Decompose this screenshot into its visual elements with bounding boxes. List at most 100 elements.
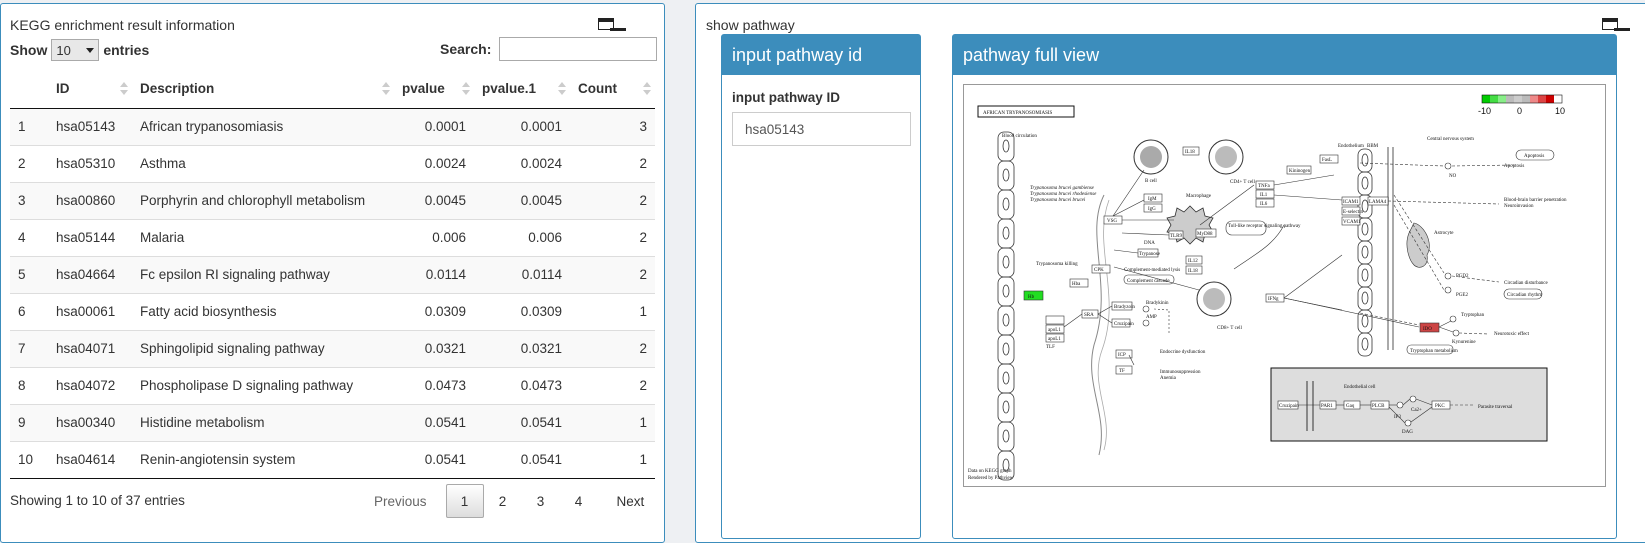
table-row[interactable]: 4 hsa05144 Malaria 0.006 0.006 2 (10, 218, 655, 256)
show-pathway-panel: show pathway input pathway id input path… (695, 3, 1645, 543)
row-description-cell: Fc epsilon RI signaling pathway (132, 255, 394, 293)
svg-text:Anemia: Anemia (1160, 376, 1177, 381)
minimize-icon[interactable] (598, 18, 626, 31)
column-header-count[interactable]: Count (570, 69, 655, 109)
svg-text:BBM: BBM (1367, 144, 1379, 149)
row-id-cell: hsa04072 (48, 366, 132, 404)
svg-text:Trypanosoma brucei rhodesiense: Trypanosoma brucei rhodesiense (1030, 192, 1097, 197)
endothelial-cell (1357, 263, 1373, 288)
page-button-3[interactable]: 3 (522, 484, 560, 518)
svg-text:TF: TF (1119, 369, 1125, 374)
svg-text:ICP: ICP (1118, 353, 1126, 358)
vessel-cell (997, 392, 1015, 423)
column-header-pvalue-1[interactable]: pvalue.1 (474, 69, 570, 109)
pathway-id-label: input pathway ID (732, 90, 840, 105)
page-button-1[interactable]: 1 (445, 484, 484, 518)
svg-text:CD8+ T cell: CD8+ T cell (1217, 326, 1242, 331)
svg-text:IFNg: IFNg (1268, 297, 1279, 302)
diagram-footer: Rendered by Pathview (968, 476, 1014, 481)
page-button-2[interactable]: 2 (484, 484, 522, 518)
sort-icon (643, 82, 651, 96)
pathway-full-view-box: pathway full view AFRICAN TRYPANOSOMIASI… (952, 34, 1617, 539)
page-button-4[interactable]: 4 (560, 484, 598, 518)
row-description-cell: Histidine metabolism (132, 403, 394, 441)
row-id-cell: hsa00340 (48, 403, 132, 441)
row-index-cell: 9 (10, 403, 48, 441)
length-label-before: Show (10, 42, 48, 58)
row-description-cell: Renin-angiotensin system (132, 440, 394, 479)
row-pvalue-1-cell: 0.0309 (474, 292, 570, 330)
svg-text:CPK: CPK (1094, 268, 1104, 273)
endothelial-cell (1357, 309, 1373, 334)
svg-text:Apoptosis: Apoptosis (1524, 154, 1544, 159)
svg-text:Trypanosoma brucei gambiense: Trypanosoma brucei gambiense (1030, 186, 1095, 191)
row-count-cell: 1 (570, 440, 655, 479)
table-header-row: ID Description pvalue pvalue.1 Count (10, 69, 655, 109)
table-row[interactable]: 3 hsa00860 Porphyrin and chlorophyll metab… (10, 181, 655, 219)
row-id-cell: hsa05310 (48, 144, 132, 182)
panel-title: KEGG enrichment result information (10, 17, 235, 33)
svg-text:apoL1: apoL1 (1048, 337, 1061, 342)
search-input[interactable] (499, 37, 658, 61)
svg-text:TLR9: TLR9 (1170, 234, 1182, 239)
table-row[interactable]: 8 hsa04072 Phospholipase D signaling pathw… (10, 366, 655, 404)
svg-text:TLF: TLF (1046, 345, 1055, 350)
svg-text:Trypanose: Trypanose (1139, 252, 1161, 257)
row-id-cell: hsa04664 (48, 255, 132, 293)
column-header-index[interactable] (10, 69, 48, 109)
table-row[interactable]: 6 hsa00061 Fatty acid biosynthesis 0.0309 0.… (10, 292, 655, 330)
svg-text:Astrocyte: Astrocyte (1434, 231, 1454, 236)
table-row[interactable]: 1 hsa05143 African trypanosomiasis 0.0001 0.… (10, 107, 655, 145)
table-row[interactable]: 2 hsa05310 Asthma 0.0024 0.0024 2 (10, 144, 655, 182)
svg-text:Trypanosoma killing: Trypanosoma killing (1036, 262, 1078, 267)
svg-text:Bradykinin: Bradykinin (1146, 301, 1169, 306)
svg-text:Cruzipain: Cruzipain (1279, 404, 1299, 409)
row-description-cell: Sphingolipid signaling pathway (132, 329, 394, 367)
endothelial-cell (1357, 240, 1373, 265)
vessel-cell (997, 276, 1015, 307)
table-row[interactable]: 5 hsa04664 Fc epsilon RI signaling pathway… (10, 255, 655, 293)
table-row[interactable]: 7 hsa04071 Sphingolipid signaling pathway 0… (10, 329, 655, 367)
pathway-id-input[interactable]: hsa05143 (732, 112, 911, 146)
row-pvalue-cell: 0.0473 (394, 366, 474, 404)
svg-text:Kininogen: Kininogen (1289, 169, 1311, 174)
row-pvalue-cell: 0.006 (394, 218, 474, 256)
endothelial-cell (1357, 332, 1373, 357)
length-select[interactable]: 10 (51, 39, 100, 61)
column-header-pvalue[interactable]: pvalue (394, 69, 474, 109)
svg-text:Neuroinvasion: Neuroinvasion (1504, 204, 1534, 209)
row-pvalue-cell: 0.0114 (394, 255, 474, 293)
pagination: Previous 1 2 3 4 Next (361, 484, 657, 518)
diagram-footer: Data on KEGG graph (968, 469, 1012, 474)
kegg-result-panel: KEGG enrichment result information Show … (0, 3, 665, 543)
row-index-cell: 7 (10, 329, 48, 367)
results-table: ID Description pvalue pvalue.1 Count 1 hs… (10, 69, 655, 479)
row-id-cell: hsa05143 (48, 107, 132, 145)
input-pathway-id-box: input pathway id input pathway ID hsa051… (721, 34, 921, 539)
row-count-cell: 1 (570, 292, 655, 330)
column-header-description[interactable]: Description (132, 69, 394, 109)
scale-label: -10 (1478, 106, 1491, 116)
row-description-cell: Porphyrin and chlorophyll metabolism (132, 181, 394, 219)
minimize-icon[interactable] (1602, 18, 1630, 31)
next-button[interactable]: Next (604, 484, 658, 518)
column-header-id[interactable]: ID (48, 69, 132, 109)
svg-text:Circadian disturbance: Circadian disturbance (1504, 281, 1549, 286)
table-row[interactable]: 9 hsa00340 Histidine metabolism 0.0541 0.054… (10, 403, 655, 441)
row-pvalue-1-cell: 0.0541 (474, 403, 570, 441)
previous-button[interactable]: Previous (361, 484, 440, 518)
svg-text:MyD88: MyD88 (1197, 232, 1213, 237)
color-scale: -10 0 10 (1478, 94, 1565, 116)
length-label-after: entries (103, 42, 150, 58)
vessel-cell (997, 160, 1015, 191)
row-pvalue-1-cell: 0.0001 (474, 107, 570, 145)
row-index-cell: 2 (10, 144, 48, 182)
row-pvalue-cell: 0.0321 (394, 329, 474, 367)
row-description-cell: Fatty acid biosynthesis (132, 292, 394, 330)
table-row[interactable]: 10 hsa04614 Renin-angiotensin system 0.0541… (10, 440, 655, 479)
scale-label: 0 (1517, 106, 1522, 116)
row-index-cell: 8 (10, 366, 48, 404)
vessel-cell (997, 421, 1015, 452)
endothelial-cell (1357, 286, 1373, 311)
svg-text:E-selectin: E-selectin (1343, 210, 1363, 215)
